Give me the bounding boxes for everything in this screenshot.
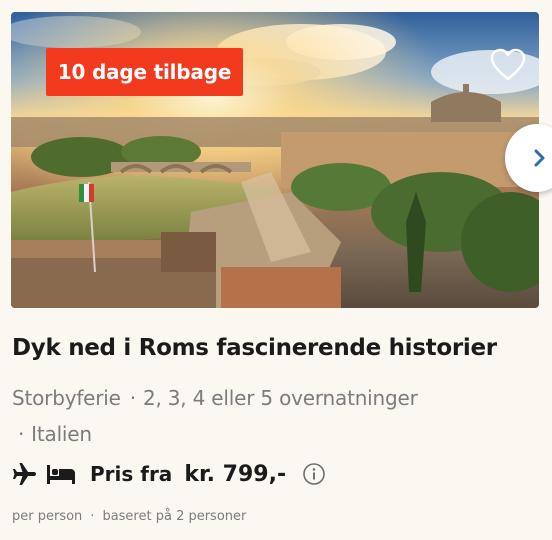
price-row: Pris fra kr. 799,- <box>12 458 542 490</box>
offer-title[interactable]: Dyk ned i Roms fascinerende historier <box>12 335 542 361</box>
days-left-badge: 10 dage tilbage <box>46 48 243 96</box>
price-from-label: Pris fra <box>90 462 173 486</box>
offer-meta: Storbyferie · 2, 3, 4 eller 5 overnatninge… <box>12 380 542 452</box>
destination-photo[interactable]: 10 dage tilbage <box>11 12 539 308</box>
based-on-label: baseret på 2 personer <box>102 509 247 524</box>
separator-dot: · <box>18 422 25 446</box>
separator-dot: · <box>129 386 136 410</box>
per-person-label: per person <box>12 509 83 524</box>
bed-icon <box>47 465 75 484</box>
nights-label: 2, 3, 4 eller 5 overnatninger <box>142 386 418 410</box>
price-value: kr. 799,- <box>184 461 287 487</box>
airplane-icon <box>13 463 36 485</box>
country-label: Italien <box>31 422 92 446</box>
separator-dot: · <box>90 509 95 524</box>
category-label: Storbyferie <box>12 386 121 410</box>
heart-outline-icon[interactable] <box>490 48 526 82</box>
info-icon[interactable] <box>302 462 326 486</box>
offer-card[interactable]: 10 dage tilbage Dyk ned i Roms fascinere… <box>0 0 552 540</box>
price-footnote: per person · baseret på 2 personer <box>12 509 542 524</box>
chevron-right-icon <box>534 149 545 167</box>
